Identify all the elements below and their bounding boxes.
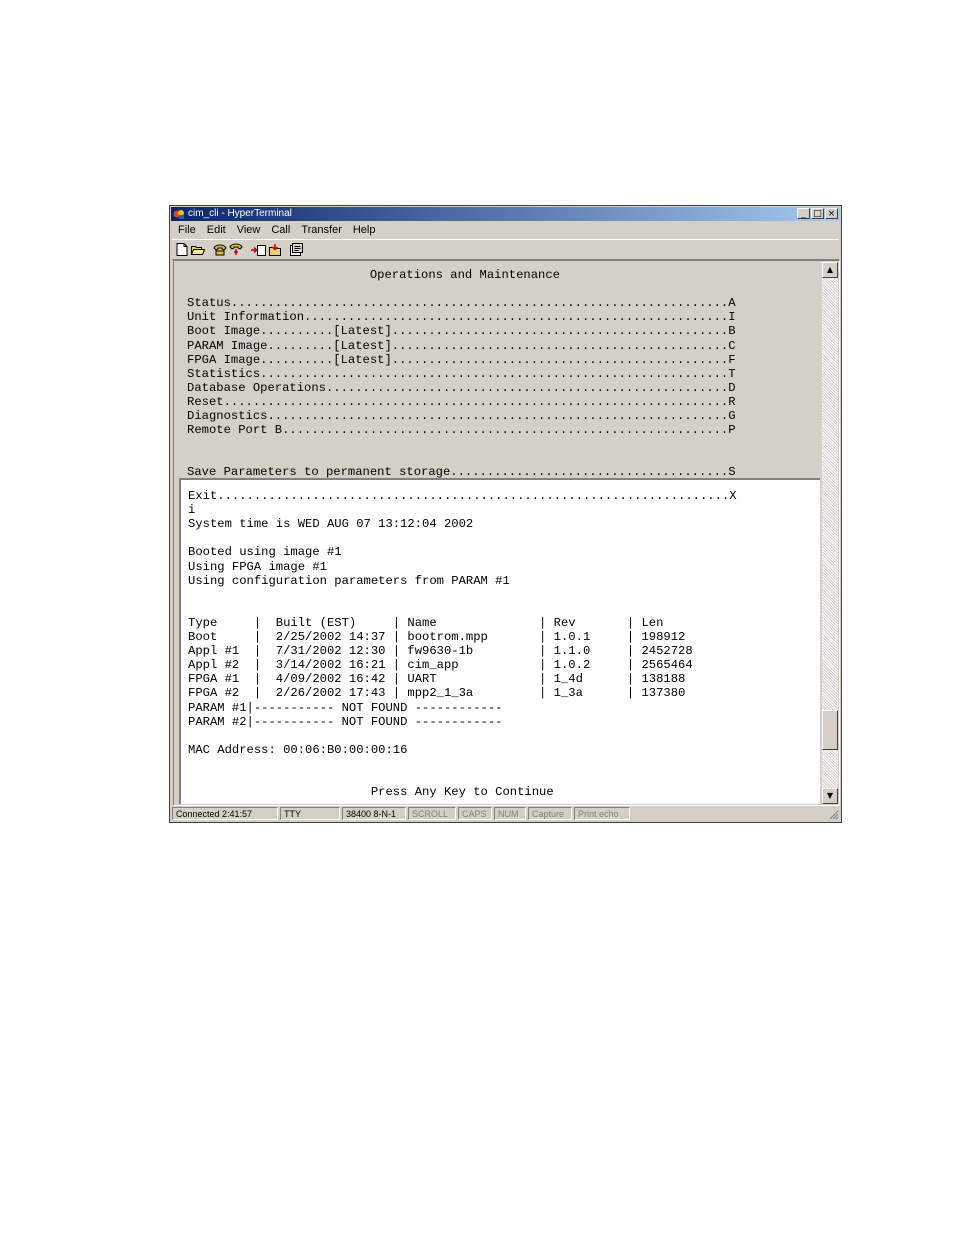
properties-button[interactable] (288, 242, 304, 258)
open-icon (191, 245, 205, 255)
window-title: cim_cli - HyperTerminal (188, 208, 292, 219)
status-emulation: TTY (280, 807, 340, 820)
status-num: NUM (494, 807, 526, 820)
terminal-line: Using configuration parameters from PARA… (188, 573, 510, 588)
connect-icon (213, 244, 227, 255)
terminal-line: Boot | 2/25/2002 14:37 | bootrom.mpp | 1… (188, 630, 686, 644)
minimize-button[interactable]: _ (797, 208, 810, 219)
terminal-line: PARAM #1|----------- NOT FOUND ---------… (188, 700, 503, 715)
disconnect-button[interactable] (228, 242, 244, 258)
terminal-line: Diagnostics.............................… (187, 409, 736, 423)
scroll-thumb[interactable] (822, 710, 838, 751)
terminal-line: PARAM Image.........[Latest]............… (187, 338, 736, 353)
terminal-line: Boot Image..........[Latest]............… (187, 324, 736, 339)
maximize-button[interactable]: □ (811, 208, 824, 219)
new-connection-button[interactable] (174, 242, 190, 258)
terminal-line: Statistics..............................… (187, 366, 736, 381)
status-print-echo: Print echo (574, 807, 630, 820)
terminal-line: FPGA #2 | 2/26/2002 17:43 | mpp2_1_3a | … (188, 686, 686, 701)
menu-edit[interactable]: Edit (202, 222, 232, 238)
menu-bar: File Edit View Call Transfer Help (173, 222, 381, 238)
toolbar (172, 239, 839, 260)
terminal-line: Unit Information........................… (187, 310, 736, 325)
terminal-line: Remote Port B...........................… (187, 423, 736, 438)
connect-button[interactable] (212, 242, 228, 258)
terminal-line: MAC Address: 00:06:B0:00:00:16 (188, 742, 408, 757)
terminal-line: PARAM #2|----------- NOT FOUND ---------… (188, 714, 503, 729)
resize-grip-icon[interactable] (829, 810, 839, 820)
disconnect-icon (229, 243, 243, 255)
send-button[interactable] (250, 242, 266, 258)
close-button[interactable]: × (825, 208, 838, 219)
scroll-up-button[interactable]: ▲ (822, 262, 838, 278)
terminal-line: Appl #2 | 3/14/2002 16:21 | cim_app | 1.… (188, 658, 693, 673)
new-icon (176, 243, 188, 256)
send-icon (250, 244, 266, 256)
status-connected: Connected 2:41:57 (172, 807, 278, 820)
terminal-line: Booted using image #1 (188, 545, 342, 560)
receive-icon (268, 243, 281, 256)
terminal-line: Type | Built (EST) | Name | Rev | Len (188, 615, 664, 630)
status-capture: Capture (528, 807, 572, 820)
terminal-line: Appl #1 | 7/31/2002 12:30 | fw9630-1b | … (188, 644, 693, 659)
terminal-line: FPGA #1 | 4/09/2002 16:42 | UART | 1_4d … (188, 672, 686, 687)
status-bar: Connected 2:41:57 TTY 38400 8-N-1 SCROLL CAP… (172, 807, 839, 821)
hyperterminal-app-icon (173, 210, 184, 219)
status-scroll: SCROLL (408, 807, 456, 820)
vertical-scrollbar[interactable]: ▲ ▼ (822, 262, 838, 804)
open-button[interactable] (190, 242, 206, 258)
terminal-line: i (188, 503, 196, 518)
window-controls: _ □ × (797, 208, 838, 220)
receive-button[interactable] (266, 242, 282, 258)
scroll-down-button[interactable]: ▼ (822, 788, 838, 804)
menu-transfer[interactable]: Transfer (296, 222, 348, 238)
terminal-line: Using FPGA image #1 (188, 559, 327, 574)
terminal-line: Press Any Key to Continue (188, 785, 554, 800)
menu-view[interactable]: View (232, 222, 267, 238)
terminal-menu-screen: Operations and Maintenance Status........… (175, 262, 823, 479)
hyperterminal-window: cim_cli - HyperTerminal _ □ × File Edit … (169, 205, 842, 823)
terminal-output-screen[interactable]: Exit....................................… (179, 478, 820, 804)
status-port-settings: 38400 8-N-1 (342, 807, 406, 820)
menu-call[interactable]: Call (266, 222, 296, 238)
terminal-line: Operations and Maintenance (187, 268, 560, 282)
terminal-area[interactable]: Operations and Maintenance Status........… (173, 260, 840, 806)
menu-help[interactable]: Help (348, 222, 382, 238)
terminal-line: Exit....................................… (188, 489, 737, 503)
terminal-line: Database Operations.....................… (187, 380, 736, 395)
terminal-line: Reset...................................… (187, 394, 736, 409)
title-bar[interactable]: cim_cli - HyperTerminal _ □ × (171, 207, 840, 221)
terminal-line: System time is WED AUG 07 13:12:04 2002 (188, 517, 474, 532)
status-caps: CAPS (458, 807, 492, 820)
properties-icon (289, 243, 303, 256)
terminal-line: FPGA Image..........[Latest]............… (187, 352, 736, 367)
terminal-line: Status..................................… (187, 296, 736, 311)
menu-file[interactable]: File (173, 222, 202, 238)
